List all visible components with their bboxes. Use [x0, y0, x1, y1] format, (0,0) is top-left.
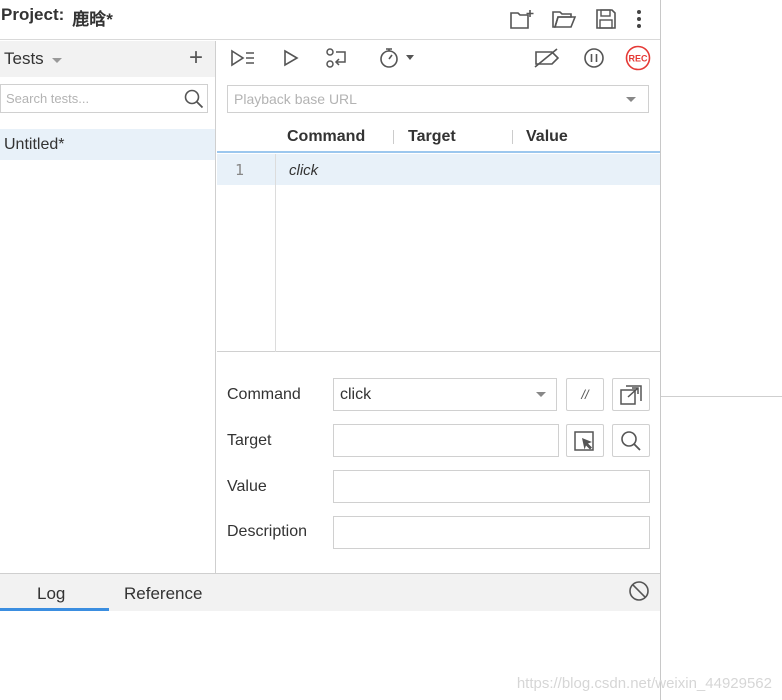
project-name[interactable]: 鹿晗* — [72, 5, 113, 30]
editor-panel: REC Command Target Value 1 click Command… — [217, 41, 660, 573]
save-icon[interactable] — [590, 4, 622, 34]
value-label: Value — [227, 478, 267, 495]
playback-toolbar: REC — [217, 41, 660, 75]
open-reference-icon[interactable] — [612, 378, 650, 411]
column-header-value: Value — [526, 128, 568, 145]
tests-dropdown[interactable]: Tests — [4, 49, 62, 69]
value-input[interactable] — [333, 470, 650, 503]
base-url-input[interactable] — [228, 86, 626, 112]
project-label: Project: — [1, 5, 65, 24]
test-item-untitled[interactable]: Untitled* — [0, 129, 215, 160]
command-editor: Command click // Target Value Descriptio… — [217, 353, 660, 573]
tests-header: Tests + — [0, 41, 215, 77]
find-target-icon[interactable] — [612, 424, 650, 457]
header: Project: 鹿晗* — [0, 0, 660, 40]
run-all-icon[interactable] — [229, 43, 257, 73]
run-current-icon[interactable] — [280, 43, 302, 73]
base-url-combobox[interactable] — [227, 85, 649, 113]
column-divider[interactable] — [393, 130, 394, 144]
command-select-value: click — [340, 385, 372, 403]
watermark: https://blog.csdn.net/weixin_44929562 — [516, 675, 772, 692]
search-box — [0, 84, 208, 113]
table-row[interactable]: 1 click — [217, 154, 660, 185]
select-target-icon[interactable] — [566, 424, 604, 457]
tests-panel: Tests + Untitled* — [0, 41, 216, 573]
target-label: Target — [227, 432, 272, 449]
command-select[interactable]: click — [333, 378, 557, 411]
commands-table-header: Command Target Value — [217, 121, 660, 153]
open-folder-icon[interactable] — [548, 4, 580, 34]
clear-log-icon[interactable] — [628, 580, 650, 607]
target-input[interactable] — [333, 424, 559, 457]
speed-icon[interactable] — [377, 43, 417, 73]
chevron-down-icon — [51, 57, 62, 63]
comment-toggle-button[interactable]: // — [566, 378, 604, 411]
row-number: 1 — [235, 161, 245, 179]
column-divider[interactable] — [512, 130, 513, 144]
comment-label: // — [581, 387, 589, 402]
tab-log[interactable]: Log — [37, 584, 65, 604]
tests-title: Tests — [4, 49, 44, 68]
step-over-icon[interactable] — [323, 43, 351, 73]
chevron-down-icon — [536, 392, 546, 397]
row-command: click — [289, 162, 319, 179]
record-label: REC — [628, 54, 648, 64]
project-title: Project: 鹿晗* — [1, 5, 113, 30]
description-input[interactable] — [333, 516, 650, 549]
header-actions — [506, 4, 646, 34]
active-tab-indicator — [0, 608, 109, 611]
commands-table-body: 1 click — [217, 154, 660, 352]
new-project-icon[interactable] — [506, 4, 538, 34]
search-tests-input[interactable] — [1, 85, 207, 112]
command-label: Command — [227, 386, 301, 403]
description-label: Description — [227, 523, 308, 540]
log-tabs: Log Reference — [0, 574, 660, 611]
search-icon[interactable] — [184, 89, 204, 114]
selenium-ide-window: Project: 鹿晗* Tests + Search tests... Unt… — [0, 0, 661, 700]
gutter-divider — [275, 154, 276, 352]
tab-reference[interactable]: Reference — [124, 584, 202, 604]
disable-breakpoints-icon[interactable] — [533, 43, 561, 73]
add-test-button[interactable]: + — [189, 45, 203, 71]
column-header-target: Target — [408, 128, 456, 145]
record-icon[interactable]: REC — [625, 43, 651, 73]
more-vert-icon[interactable] — [632, 4, 646, 34]
background-divider — [661, 396, 782, 397]
pause-on-exception-icon[interactable] — [582, 43, 606, 73]
chevron-down-icon[interactable] — [626, 96, 636, 102]
column-header-command: Command — [287, 128, 366, 145]
